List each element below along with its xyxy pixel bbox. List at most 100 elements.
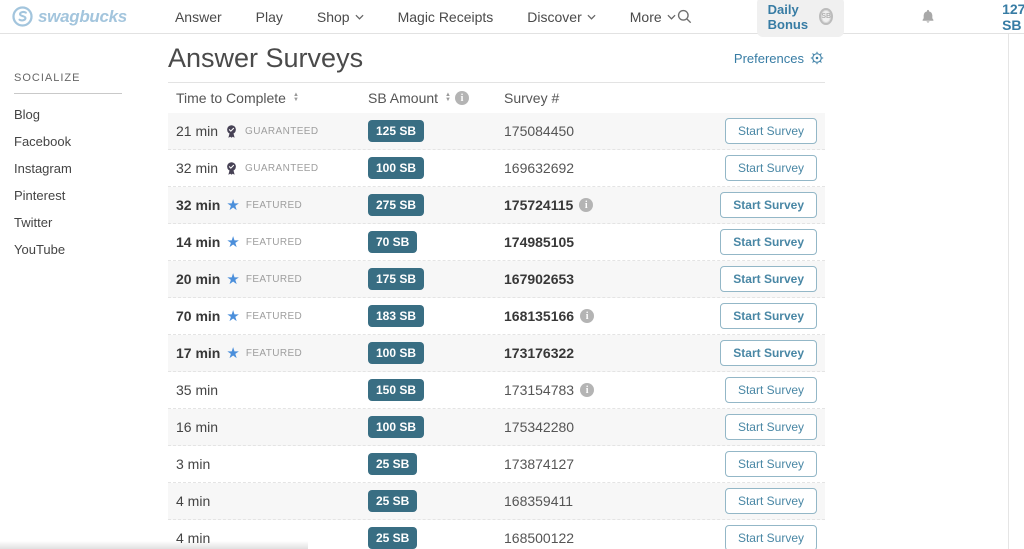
time-to-complete: 3 min: [176, 456, 210, 472]
scrollbar-gutter[interactable]: [1008, 34, 1024, 549]
chevron-down-icon: [667, 14, 676, 20]
sb-amount-cell: 275 SB: [368, 194, 504, 216]
main-panel: Answer Surveys Preferences Time to: [168, 34, 825, 549]
survey-number: 167902653: [504, 271, 574, 287]
sidebar-item-pinterest[interactable]: Pinterest: [14, 190, 168, 202]
col-header-time-to-complete: Time to Complete ▲▼: [176, 90, 368, 106]
nav-item-shop[interactable]: Shop: [317, 9, 364, 25]
sort-icon[interactable]: ▲▼: [445, 93, 451, 103]
daily-bonus-button[interactable]: Daily Bonus SB: [757, 0, 844, 37]
time-to-complete: 70 min: [176, 308, 220, 324]
row-badge-label: FEATURED: [246, 348, 302, 359]
nav-item-label: Answer: [175, 9, 222, 25]
col-header-sb-amount: SB Amount ▲▼ i: [368, 90, 504, 106]
sidebar-item-blog[interactable]: Blog: [14, 109, 168, 121]
nav-item-label: Play: [256, 9, 283, 25]
time-cell: 35 min ★: [176, 382, 368, 398]
featured-star-icon: ★: [226, 235, 239, 250]
sb-amount-badge: 183 SB: [368, 305, 424, 327]
swagbucks-logo[interactable]: swagbucks: [12, 6, 127, 27]
nav-item-magic-receipts[interactable]: Magic Receipts: [398, 9, 494, 25]
sb-amount-cell: 70 SB: [368, 231, 504, 253]
survey-number-cell: 168500122 i: [504, 530, 725, 546]
start-survey-button[interactable]: Start Survey: [725, 488, 817, 514]
sb-amount-badge: 275 SB: [368, 194, 424, 216]
info-icon[interactable]: i: [580, 383, 594, 397]
nav-item-more[interactable]: More: [630, 9, 676, 25]
survey-number-cell: 175084450 i: [504, 123, 725, 139]
row-badge-label: GUARANTEED: [245, 163, 318, 174]
table-row: 20 min ★ FEATURED 175 SB: [168, 261, 825, 298]
row-badge-label: FEATURED: [246, 200, 302, 211]
featured-star-icon: ★: [226, 198, 239, 213]
sb-amount-cell: 150 SB: [368, 379, 504, 401]
survey-number: 168359411: [504, 493, 573, 509]
survey-number: 169632692: [504, 160, 574, 176]
start-survey-button[interactable]: Start Survey: [725, 155, 817, 181]
sort-icon[interactable]: ▲▼: [293, 93, 299, 103]
featured-star-icon: ★: [226, 272, 239, 287]
survey-number-cell: 167902653 i: [504, 271, 720, 287]
nav-item-label: Magic Receipts: [398, 9, 494, 25]
sidebar-title: SOCIALIZE: [14, 72, 122, 94]
table-row: 4 min ★ 25 SB 1: [168, 483, 825, 520]
sidebar-item-instagram[interactable]: Instagram: [14, 163, 168, 175]
start-survey-button[interactable]: Start Survey: [720, 303, 817, 329]
notifications-bell-icon[interactable]: [920, 8, 936, 25]
sb-amount-cell: 100 SB: [368, 342, 504, 364]
info-icon[interactable]: i: [580, 309, 594, 323]
table-row: 3 min ★ 25 SB 1: [168, 446, 825, 483]
time-to-complete: 20 min: [176, 271, 220, 287]
sb-amount-cell: 125 SB: [368, 120, 504, 142]
survey-number-cell: 169632692 i: [504, 160, 725, 176]
start-survey-button[interactable]: Start Survey: [720, 192, 817, 218]
brand-name: swagbucks: [38, 7, 127, 27]
sb-amount-badge: 25 SB: [368, 453, 417, 475]
survey-number: 173154783: [504, 382, 574, 398]
time-to-complete: 35 min: [176, 382, 218, 398]
sb-amount-cell: 175 SB: [368, 268, 504, 290]
start-survey-button[interactable]: Start Survey: [725, 525, 817, 549]
row-badge-label: FEATURED: [246, 274, 302, 285]
info-icon[interactable]: i: [579, 198, 593, 212]
preferences-link[interactable]: Preferences: [734, 50, 825, 66]
start-survey-button[interactable]: Start Survey: [725, 118, 817, 144]
sidebar-item-youtube[interactable]: YouTube: [14, 244, 168, 256]
nav-item-answer[interactable]: Answer: [175, 9, 222, 25]
time-cell: 4 min ★: [176, 493, 368, 509]
search-icon[interactable]: [676, 8, 693, 25]
nav-item-play[interactable]: Play: [256, 9, 283, 25]
survey-number-cell: 174985105 i: [504, 234, 720, 250]
sb-amount-cell: 100 SB: [368, 416, 504, 438]
start-survey-button[interactable]: Start Survey: [725, 377, 817, 403]
start-survey-button[interactable]: Start Survey: [725, 414, 817, 440]
time-cell: 70 min ★ FEATURED: [176, 308, 368, 324]
survey-number: 173176322: [504, 345, 574, 361]
sb-amount-badge: 175 SB: [368, 268, 424, 290]
sb-amount-badge: 25 SB: [368, 527, 417, 549]
start-survey-button[interactable]: Start Survey: [720, 266, 817, 292]
guaranteed-medal-icon: [224, 161, 239, 176]
start-survey-button[interactable]: Start Survey: [725, 451, 817, 477]
info-icon[interactable]: i: [455, 91, 469, 105]
sb-amount-badge: 70 SB: [368, 231, 417, 253]
survey-number: 175342280: [504, 419, 574, 435]
row-badge-label: FEATURED: [246, 237, 302, 248]
sidebar-item-twitter[interactable]: Twitter: [14, 217, 168, 229]
table-row: 70 min ★ FEATURED 183 SB: [168, 298, 825, 335]
row-badge-label: FEATURED: [246, 311, 302, 322]
survey-number: 175084450: [504, 123, 574, 139]
start-survey-button[interactable]: Start Survey: [720, 340, 817, 366]
chevron-down-icon: [355, 14, 364, 20]
sidebar-item-facebook[interactable]: Facebook: [14, 136, 168, 148]
sb-balance[interactable]: 127 SB: [1002, 1, 1024, 33]
start-survey-button[interactable]: Start Survey: [720, 229, 817, 255]
sb-amount-badge: 100 SB: [368, 416, 424, 438]
time-to-complete: 32 min: [176, 160, 218, 176]
survey-number-cell: 168135166 i: [504, 308, 720, 324]
time-cell: 16 min ★: [176, 419, 368, 435]
nav-item-discover[interactable]: Discover: [527, 9, 595, 25]
survey-number-cell: 175342280 i: [504, 419, 725, 435]
sb-amount-cell: 25 SB: [368, 527, 504, 549]
table-row: 32 min ★ FEATURED 275 SB: [168, 187, 825, 224]
